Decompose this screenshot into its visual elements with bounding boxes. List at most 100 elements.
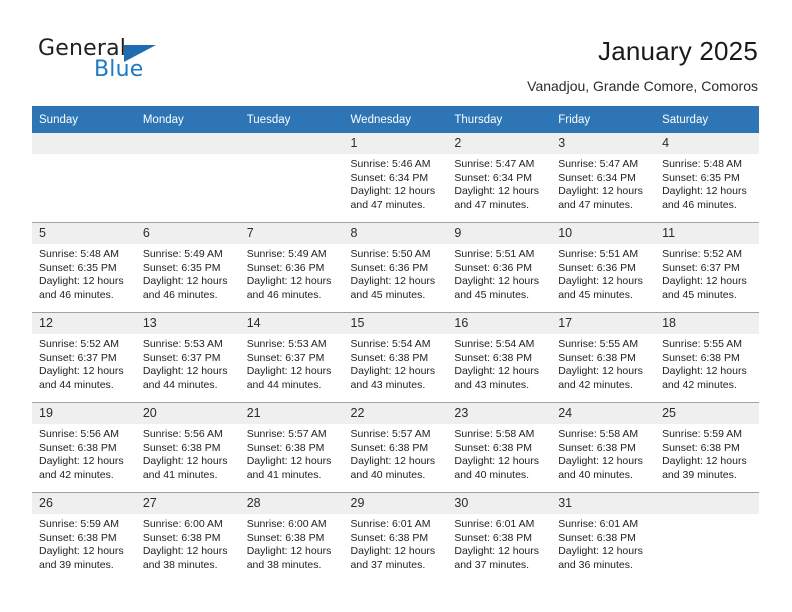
day-number: 21	[239, 403, 344, 424]
day-detail-line: Sunset: 6:37 PM	[142, 351, 221, 364]
day-detail-line: Sunset: 6:38 PM	[39, 531, 117, 544]
day-cell[interactable]: 29 Sunrise: 6:01 AM Sunset: 6:38 PM Dayligh…	[343, 492, 448, 582]
day-sun-details: Sunrise: 5:49 AM Sunset: 6:35 PM Daylight:…	[136, 244, 240, 302]
day-cell[interactable]: 7 Sunrise: 5:49 AM Sunset: 6:36 PM Daylight…	[239, 222, 344, 313]
day-cell[interactable]: 12 Sunrise: 5:52 AM Sunset: 6:37 PM Dayligh…	[32, 312, 136, 403]
day-cell[interactable]: 14 Sunrise: 5:53 AM Sunset: 6:37 PM Dayligh…	[239, 312, 344, 403]
day-cell[interactable]: 9 Sunrise: 5:51 AM Sunset: 6:36 PM Daylight…	[447, 222, 552, 313]
day-sun-details: Sunrise: 5:59 AM Sunset: 6:38 PM Daylight:…	[655, 424, 759, 482]
day-detail-line: Daylight: 12 hours	[39, 275, 124, 288]
day-cell[interactable]: 10 Sunrise: 5:51 AM Sunset: 6:36 PM Dayligh…	[551, 222, 656, 313]
day-detail-line: and 46 minutes.	[246, 288, 322, 301]
day-detail-line: Daylight: 12 hours	[454, 365, 540, 378]
day-number	[32, 133, 136, 154]
day-detail-line: Sunrise: 5:53 AM	[246, 338, 327, 350]
day-detail-line: and 44 minutes.	[246, 378, 322, 391]
day-cell[interactable]: 5 Sunrise: 5:48 AM Sunset: 6:35 PM Daylight…	[32, 222, 136, 313]
day-number: 28	[239, 493, 344, 514]
calendar-week-row: 19 Sunrise: 5:56 AM Sunset: 6:38 PM Dayligh…	[32, 402, 759, 493]
day-detail-line: Sunset: 6:35 PM	[662, 171, 740, 184]
day-cell[interactable]: 16 Sunrise: 5:54 AM Sunset: 6:38 PM Dayligh…	[447, 312, 552, 403]
day-number: 31	[551, 493, 656, 514]
day-cell[interactable]: 22 Sunrise: 5:57 AM Sunset: 6:38 PM Dayligh…	[343, 402, 448, 493]
day-cell-empty	[32, 133, 136, 223]
day-number: 7	[239, 223, 344, 244]
day-cell[interactable]: 17 Sunrise: 5:55 AM Sunset: 6:38 PM Dayligh…	[551, 312, 656, 403]
day-number: 9	[447, 223, 552, 244]
day-cell[interactable]: 19 Sunrise: 5:56 AM Sunset: 6:38 PM Dayligh…	[32, 402, 136, 493]
day-detail-line: Sunrise: 6:01 AM	[454, 518, 535, 530]
day-sun-details: Sunrise: 6:01 AM Sunset: 6:38 PM Daylight:…	[447, 514, 551, 572]
calendar-week-row: 1 Sunrise: 5:46 AM Sunset: 6:34 PM Daylight…	[32, 133, 759, 223]
day-sun-details: Sunrise: 6:01 AM Sunset: 6:38 PM Daylight:…	[344, 514, 448, 572]
day-detail-line: Daylight: 12 hours	[350, 455, 436, 468]
day-detail-line: Sunset: 6:38 PM	[662, 351, 740, 364]
day-cell[interactable]: 3 Sunrise: 5:47 AM Sunset: 6:34 PM Daylight…	[551, 133, 656, 223]
page-subtitle: Vanadjou, Grande Comore, Comoros	[527, 78, 758, 94]
day-detail-line: Sunset: 6:38 PM	[558, 531, 636, 544]
day-cell[interactable]: 28 Sunrise: 6:00 AM Sunset: 6:38 PM Dayligh…	[239, 492, 344, 582]
day-detail-line: Sunset: 6:38 PM	[454, 441, 533, 454]
weekday-header-monday: Monday	[135, 106, 240, 133]
day-detail-line: Daylight: 12 hours	[246, 455, 332, 468]
day-number: 27	[135, 493, 240, 514]
day-detail-line: Sunrise: 5:57 AM	[246, 428, 327, 440]
day-sun-details: Sunrise: 5:54 AM Sunset: 6:38 PM Daylight:…	[344, 334, 448, 392]
day-cell[interactable]: 30 Sunrise: 6:01 AM Sunset: 6:38 PM Dayligh…	[447, 492, 552, 582]
day-detail-line: Sunset: 6:36 PM	[454, 261, 533, 274]
day-cell[interactable]: 21 Sunrise: 5:57 AM Sunset: 6:38 PM Dayligh…	[239, 402, 344, 493]
day-cell[interactable]: 18 Sunrise: 5:55 AM Sunset: 6:38 PM Dayligh…	[655, 312, 759, 403]
day-detail-line: Sunrise: 5:59 AM	[662, 428, 743, 440]
day-number: 13	[135, 313, 240, 334]
day-detail-line: Daylight: 12 hours	[662, 275, 747, 288]
day-detail-line: and 43 minutes.	[454, 378, 530, 391]
day-detail-line: Sunset: 6:37 PM	[246, 351, 325, 364]
calendar-week-row: 12 Sunrise: 5:52 AM Sunset: 6:37 PM Dayligh…	[32, 312, 759, 403]
day-cell[interactable]: 24 Sunrise: 5:58 AM Sunset: 6:38 PM Dayligh…	[551, 402, 656, 493]
day-cell[interactable]: 1 Sunrise: 5:46 AM Sunset: 6:34 PM Daylight…	[343, 133, 448, 223]
day-detail-line: Daylight: 12 hours	[558, 545, 643, 558]
sunrise-sunset-calendar: Sunday Monday Tuesday Wednesday Thursday Frid…	[32, 106, 759, 582]
day-number: 18	[655, 313, 759, 334]
day-cell[interactable]: 15 Sunrise: 5:54 AM Sunset: 6:38 PM Dayligh…	[343, 312, 448, 403]
day-cell[interactable]: 13 Sunrise: 5:53 AM Sunset: 6:37 PM Dayligh…	[135, 312, 240, 403]
day-cell[interactable]: 26 Sunrise: 5:59 AM Sunset: 6:38 PM Dayligh…	[32, 492, 136, 582]
day-detail-line: Sunset: 6:38 PM	[246, 441, 325, 454]
day-cell[interactable]: 23 Sunrise: 5:58 AM Sunset: 6:38 PM Dayligh…	[447, 402, 552, 493]
day-detail-line: Sunset: 6:38 PM	[558, 441, 636, 454]
day-cell[interactable]: 25 Sunrise: 5:59 AM Sunset: 6:38 PM Dayligh…	[655, 402, 759, 493]
brand-logo[interactable]: General Blue	[38, 36, 168, 88]
day-detail-line: Sunset: 6:38 PM	[246, 531, 325, 544]
day-detail-line: and 44 minutes.	[142, 378, 218, 391]
day-detail-line: and 41 minutes.	[246, 468, 322, 481]
day-detail-line: Sunset: 6:37 PM	[39, 351, 117, 364]
day-cell[interactable]: 8 Sunrise: 5:50 AM Sunset: 6:36 PM Daylight…	[343, 222, 448, 313]
day-detail-line: Daylight: 12 hours	[142, 455, 228, 468]
day-detail-line: Daylight: 12 hours	[662, 455, 747, 468]
day-cell[interactable]: 11 Sunrise: 5:52 AM Sunset: 6:37 PM Dayligh…	[655, 222, 759, 313]
day-cell[interactable]: 6 Sunrise: 5:49 AM Sunset: 6:35 PM Daylight…	[135, 222, 240, 313]
day-number: 10	[551, 223, 656, 244]
day-cell[interactable]: 31 Sunrise: 6:01 AM Sunset: 6:38 PM Dayligh…	[551, 492, 656, 582]
day-detail-line: Sunset: 6:38 PM	[39, 441, 117, 454]
day-cell[interactable]: 27 Sunrise: 6:00 AM Sunset: 6:38 PM Dayligh…	[135, 492, 240, 582]
day-cell[interactable]: 2 Sunrise: 5:47 AM Sunset: 6:34 PM Daylight…	[447, 133, 552, 223]
day-detail-line: Sunset: 6:36 PM	[350, 261, 429, 274]
day-detail-line: Sunset: 6:35 PM	[142, 261, 221, 274]
day-detail-line: Sunrise: 5:55 AM	[558, 338, 639, 350]
day-detail-line: and 39 minutes.	[39, 558, 114, 571]
day-detail-line: Daylight: 12 hours	[558, 365, 643, 378]
day-number: 19	[32, 403, 136, 424]
day-sun-details: Sunrise: 5:48 AM Sunset: 6:35 PM Daylight:…	[655, 154, 759, 212]
day-detail-line: Daylight: 12 hours	[142, 545, 228, 558]
day-cell[interactable]: 4 Sunrise: 5:48 AM Sunset: 6:35 PM Daylight…	[655, 133, 759, 223]
day-cell[interactable]: 20 Sunrise: 5:56 AM Sunset: 6:38 PM Dayligh…	[135, 402, 240, 493]
weekday-header-tuesday: Tuesday	[239, 106, 344, 133]
day-detail-line: and 40 minutes.	[454, 468, 530, 481]
day-number: 14	[239, 313, 344, 334]
day-detail-line: Sunset: 6:34 PM	[454, 171, 533, 184]
day-detail-line: Sunset: 6:36 PM	[246, 261, 325, 274]
weekday-header-wednesday: Wednesday	[343, 106, 448, 133]
day-detail-line: Daylight: 12 hours	[350, 185, 436, 198]
day-detail-line: Daylight: 12 hours	[350, 545, 436, 558]
